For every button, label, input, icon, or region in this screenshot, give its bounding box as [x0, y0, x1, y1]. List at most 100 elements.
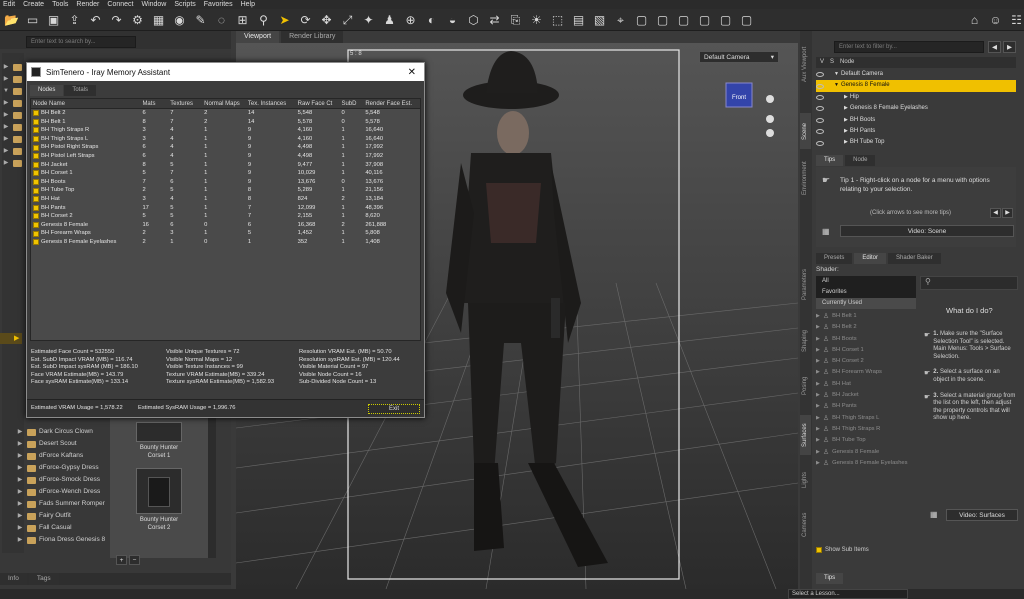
surface-item[interactable]: ▶ ♙ BH Forearm Wraps: [816, 367, 916, 378]
table-row[interactable]: BH Thigh Straps R 3 4 1 9 4,160 1 16,640: [31, 126, 420, 135]
iray-preview-icon[interactable]: ◉: [172, 12, 187, 27]
expand-icon[interactable]: ▶: [816, 322, 820, 333]
arrow-left-icon[interactable]: ◀: [988, 41, 1001, 53]
table-row[interactable]: BH Belt 1 8 7 2 14 5,578 0 5,578: [31, 118, 420, 127]
camera-d-icon[interactable]: ▢: [697, 12, 712, 27]
column-header[interactable]: Raw Face Ct: [298, 99, 342, 108]
library-scrollbar[interactable]: [208, 418, 216, 558]
thumbnail-image[interactable]: [136, 468, 182, 514]
account-icon[interactable]: ☺: [988, 12, 1003, 27]
node-checkbox[interactable]: [33, 213, 39, 220]
expand-icon[interactable]: ▶: [816, 447, 820, 458]
pointer-icon[interactable]: ➤: [277, 12, 292, 27]
transfer-icon[interactable]: ⇄: [487, 12, 502, 27]
scene-node[interactable]: ▶ BH Boots: [816, 115, 1016, 126]
tip-prev-icon[interactable]: ◀: [990, 208, 1001, 218]
tree-item[interactable]: ▶ Dark Circus Clown: [16, 426, 108, 438]
expand-icon[interactable]: ▼: [834, 80, 839, 91]
scene-filter-input[interactable]: Enter text to filter by...: [834, 41, 984, 53]
camera-b-icon[interactable]: ▢: [655, 12, 670, 27]
expand-icon[interactable]: ▶: [816, 401, 820, 412]
tree-item[interactable]: ▶ Fiona Dress Genesis 8: [16, 534, 108, 546]
rotate-icon[interactable]: ⟳: [298, 12, 313, 27]
render-settings-icon[interactable]: ⚙: [130, 12, 145, 27]
expand-icon[interactable]: ▶: [844, 115, 848, 126]
menu-item[interactable]: Render: [76, 0, 99, 9]
tip-next-icon[interactable]: ▶: [1002, 208, 1013, 218]
tab-tags[interactable]: Tags: [28, 573, 59, 585]
surface-item[interactable]: ▶ ♙ BH Jacket: [816, 390, 916, 401]
joint-editor-icon[interactable]: ⊕: [403, 12, 418, 27]
tab-aux-viewport[interactable]: Aux Viewport: [800, 39, 811, 89]
tree-item[interactable]: ▶ dForce-Smock Dress: [16, 474, 108, 486]
table-row[interactable]: BH Forearm Wraps 2 3 1 5 1,452 1 5,808: [31, 229, 420, 238]
tab-nodes[interactable]: Nodes: [30, 85, 64, 96]
cart-icon[interactable]: ☷: [1009, 12, 1024, 27]
expand-icon[interactable]: ▶: [844, 126, 848, 137]
column-header[interactable]: Render Face Est.: [365, 99, 420, 108]
expand-icon[interactable]: ▶: [816, 345, 820, 356]
node-checkbox[interactable]: [33, 196, 39, 203]
table-row[interactable]: BH Pistol Left Straps 6 4 1 9 4,498 1 17,992: [31, 152, 420, 161]
node-checkbox[interactable]: [33, 222, 39, 229]
eye-icon[interactable]: [816, 106, 824, 112]
surface-item[interactable]: ▶ ♙ BH Corset 1: [816, 345, 916, 356]
tab-tips-bottom[interactable]: Tips: [816, 573, 844, 584]
expand-icon[interactable]: ▶: [816, 458, 820, 469]
table-row[interactable]: BH Tube Top 2 5 1 8 5,289 1 21,156: [31, 186, 420, 195]
video-surfaces-button[interactable]: Video: Surfaces: [946, 509, 1018, 521]
tab-surfaces[interactable]: Surfaces: [800, 415, 811, 455]
menu-item[interactable]: Connect: [107, 0, 133, 9]
expand-icon[interactable]: ▶: [816, 435, 820, 446]
menu-item[interactable]: Edit: [3, 0, 15, 9]
surface-selection-icon[interactable]: ◒: [445, 12, 460, 27]
table-row[interactable]: Genesis 8 Female Eyelashes 2 1 0 1 352 1 1,408: [31, 238, 420, 247]
column-header[interactable]: Tex. Instances: [248, 99, 298, 108]
node-checkbox[interactable]: [33, 153, 39, 160]
video-scene-button[interactable]: Video: Scene: [840, 225, 1014, 237]
surface-item[interactable]: ▶ ♙ Genesis 8 Female Eyelashes: [816, 458, 916, 469]
expand-icon[interactable]: ▶: [816, 390, 820, 401]
scale-icon[interactable]: ⤢: [340, 12, 355, 27]
expand-icon[interactable]: ▶: [816, 424, 820, 435]
universal-icon[interactable]: ✦: [361, 12, 376, 27]
tree-stub[interactable]: ▶: [2, 61, 24, 73]
surface-item[interactable]: ▶ ♙ BH Belt 2: [816, 322, 916, 333]
column-header[interactable]: Textures: [170, 99, 204, 108]
expand-icon[interactable]: ▶: [816, 311, 820, 322]
camera-c-icon[interactable]: ▢: [676, 12, 691, 27]
show-sub-items[interactable]: Show Sub Items: [816, 547, 869, 553]
tree-stub[interactable]: ▶: [2, 121, 24, 133]
tree-item[interactable]: ▶ dForce Kaftans: [16, 450, 108, 462]
tab-editor[interactable]: Editor: [854, 253, 887, 264]
eye-icon[interactable]: [816, 140, 824, 146]
tree-stub[interactable]: ▶: [2, 73, 24, 85]
scene-node[interactable]: ▶ BH Pants: [816, 126, 1016, 137]
surface-item[interactable]: ▶ ♙ BH Pants: [816, 401, 916, 412]
eye-icon[interactable]: [816, 117, 824, 123]
node-checkbox[interactable]: [33, 118, 39, 125]
camera-a-icon[interactable]: ▢: [634, 12, 649, 27]
node-checkbox[interactable]: [33, 239, 39, 246]
shader-option[interactable]: Favorites: [816, 287, 916, 298]
node-icon[interactable]: ⚲: [256, 12, 271, 27]
property-search-input[interactable]: ⚲: [920, 276, 1018, 290]
geometry-editor-icon[interactable]: ⬡: [466, 12, 481, 27]
menu-item[interactable]: Tools: [52, 0, 68, 9]
group-icon[interactable]: ▤: [571, 12, 586, 27]
tree-item[interactable]: ▶ Fads Summer Romper: [16, 498, 108, 510]
camera-e-icon[interactable]: ▢: [718, 12, 733, 27]
eye-icon[interactable]: [816, 129, 824, 135]
shader-option[interactable]: All: [816, 276, 916, 287]
tree-item[interactable]: ▶ Fall Casual: [16, 522, 108, 534]
tab-totals[interactable]: Totals: [64, 85, 97, 96]
tab-lights[interactable]: Lights: [800, 465, 811, 495]
library-search-input[interactable]: Enter text to search by...: [26, 36, 136, 48]
tree-stub[interactable]: ▶: [2, 133, 24, 145]
arrow-right-icon[interactable]: ▶: [1003, 41, 1016, 53]
expand-icon[interactable]: ▶: [816, 379, 820, 390]
expand-icon[interactable]: ▼: [834, 69, 839, 80]
column-header[interactable]: Normal Maps: [204, 99, 248, 108]
surface-item[interactable]: ▶ ♙ BH Tube Top: [816, 435, 916, 446]
column-header[interactable]: Node Name: [31, 99, 142, 108]
